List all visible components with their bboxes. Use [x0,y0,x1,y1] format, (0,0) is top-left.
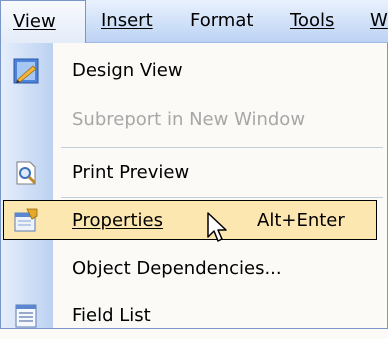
menu-item-print-preview[interactable]: Print Preview [1,150,388,196]
menu-item-subreport-label: Subreport in New Window [72,109,306,130]
menu-insert-label: Insert [101,10,153,31]
menu-separator [61,147,383,148]
print-preview-icon [16,161,37,185]
menu-format-label: Format [190,10,254,31]
menu-tools-label: Tools [290,10,335,31]
menu-item-properties-label: Properties [72,210,163,231]
properties-icon [14,208,38,232]
menu-view[interactable]: View [0,0,86,44]
menu-item-field-list-label: Field List [72,305,151,326]
design-view-icon [13,58,39,84]
menu-item-print-preview-label: Print Preview [72,162,190,183]
menu-view-label: View [13,11,56,32]
menu-tools[interactable]: Tools [290,0,334,43]
field-list-icon [15,304,37,328]
menu-item-properties-shortcut: Alt+Enter [257,210,345,231]
menu-item-subreport-new-window: Subreport in New Window [1,97,388,143]
mouse-cursor-icon [207,212,227,242]
menu-item-design-view[interactable]: Design View [1,48,388,94]
menu-insert[interactable]: Insert [101,0,153,43]
menu-format[interactable]: Format [190,0,253,43]
menu-item-properties[interactable]: Properties Alt+Enter [1,198,388,244]
menu-item-object-dependencies-label: Object Dependencies... [72,258,282,279]
view-dropdown-menu: Design View Subreport in New Window Prin… [0,43,388,329]
menu-item-design-view-label: Design View [72,60,183,81]
menu-item-object-dependencies[interactable]: Object Dependencies... [1,246,388,292]
menu-window[interactable]: W [370,0,388,43]
menu-bar: View Insert Format Tools W [0,0,388,44]
menu-window-label: W [370,10,388,31]
menu-item-field-list[interactable]: Field List [1,293,388,339]
